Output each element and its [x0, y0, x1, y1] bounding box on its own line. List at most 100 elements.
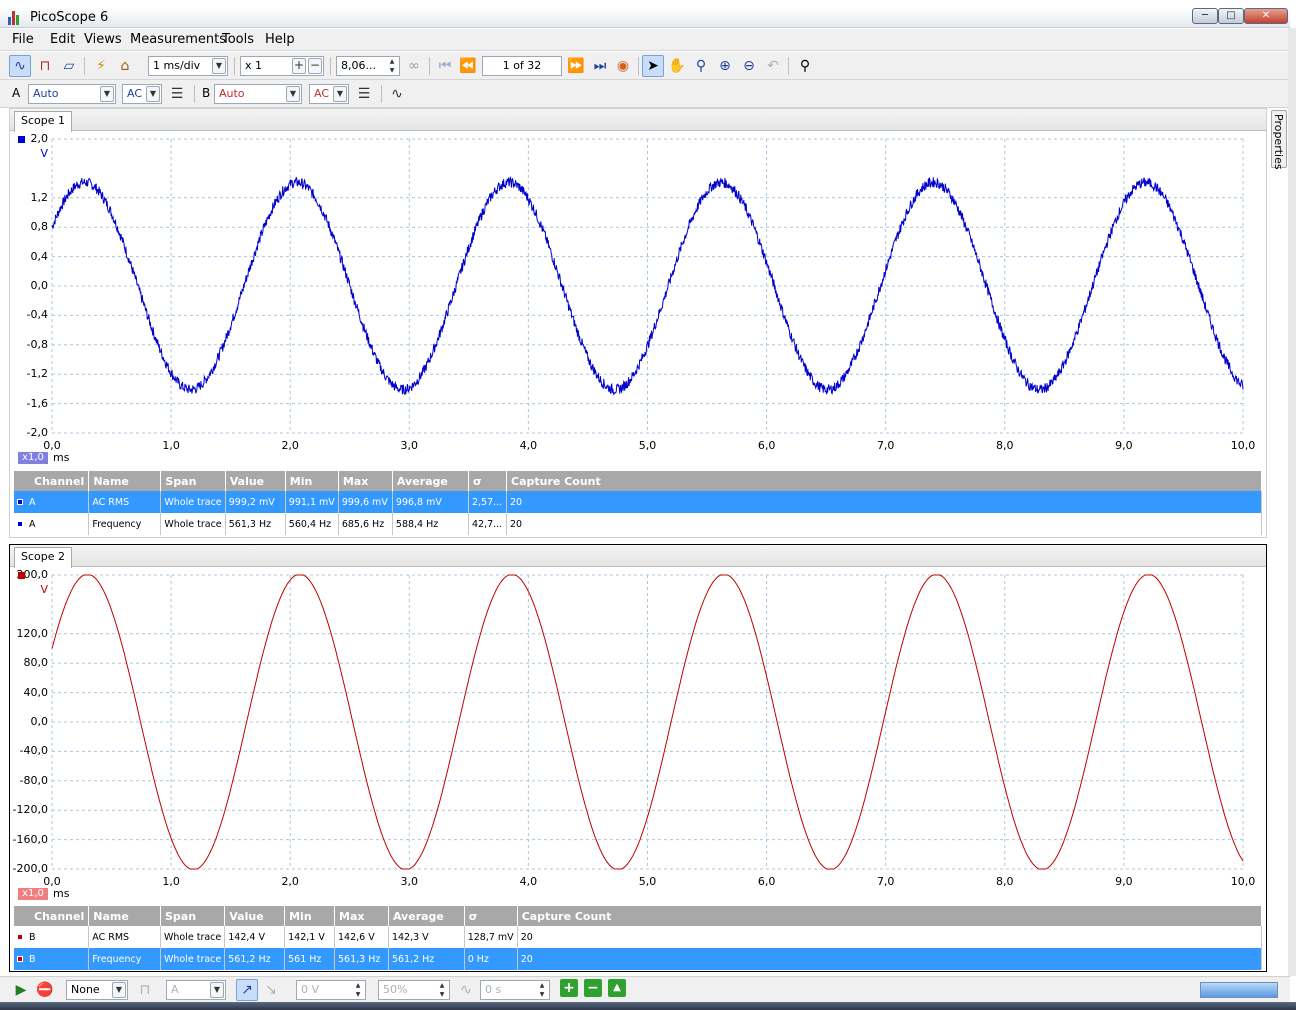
column-header[interactable]: Value	[225, 471, 286, 491]
menu-help[interactable]: Help	[265, 32, 295, 47]
toolbar-separator	[788, 57, 789, 75]
add-ruler-icon[interactable]: +	[560, 979, 578, 997]
timebase-value: 1 ms/div	[153, 59, 201, 72]
menu-views[interactable]: Views	[84, 32, 122, 47]
column-header[interactable]: σ	[464, 906, 518, 926]
column-header[interactable]: Value	[224, 906, 286, 926]
table-row[interactable]: B Frequency Whole trace 561,2 Hz 561 Hz 561,3…	[14, 948, 1263, 970]
column-header[interactable]: Name	[88, 471, 162, 491]
auto-setup-icon[interactable]: ⚡	[90, 55, 112, 77]
column-header[interactable]: Capture Count	[517, 906, 1263, 926]
y-tick-label: -0,8	[26, 337, 48, 351]
table-cell-container: Whole trace	[160, 513, 226, 535]
scope-2-plot[interactable]: 200,0 120,0 80,0 40,0 0,0 -40,0 -80,0 -120,0 -16…	[10, 567, 1266, 907]
stop-capture-icon[interactable]: ⛔	[34, 979, 56, 1001]
buffer-navigator[interactable]: 1 of 32	[482, 56, 562, 76]
column-header[interactable]: Capture Count	[506, 471, 1262, 491]
x-tick-label: 7,0	[876, 439, 895, 452]
samples-field[interactable]: 8,06... ▲ ▼	[336, 56, 400, 76]
x-unit-label: ms	[53, 451, 70, 464]
menu-measurements[interactable]: Measurements	[130, 32, 226, 47]
scope-mode-icon[interactable]: ∿	[9, 55, 31, 77]
previous-buffer-icon[interactable]: ⏪	[457, 55, 479, 77]
zoom-in-icon[interactable]: ⊕	[714, 55, 736, 77]
menu-tools[interactable]: Tools	[222, 32, 254, 47]
channel-b-coupling-value: AC	[314, 87, 330, 100]
last-buffer-icon[interactable]: ⏭	[589, 55, 611, 77]
column-header[interactable]: Min	[284, 906, 336, 926]
table-cell: Frequency	[92, 953, 142, 965]
zoom-minus-icon[interactable]: −	[308, 58, 322, 74]
tab-scope-2[interactable]: Scope 2	[14, 547, 73, 568]
x-tick-label: 3,0	[400, 439, 419, 452]
signal-generator-icon[interactable]: ∿	[386, 83, 408, 105]
next-buffer-icon[interactable]: ⏩	[565, 55, 587, 77]
column-header[interactable]: Max	[338, 471, 393, 491]
column-header[interactable]: Span	[160, 906, 226, 926]
zoom-out-icon[interactable]: ⊖	[738, 55, 760, 77]
app-icon	[8, 11, 20, 25]
maximize-button[interactable]: □	[1218, 8, 1244, 24]
table-cell: 20	[510, 496, 523, 508]
timebase-select[interactable]: 1 ms/div ▼	[148, 56, 228, 76]
column-header[interactable]: σ	[468, 471, 508, 491]
edit-measurement-icon[interactable]: ▲	[608, 979, 626, 997]
zoom-area-icon[interactable]: ⚲	[690, 55, 712, 77]
channel-b-range-select[interactable]: Auto ▼	[214, 84, 302, 104]
taskbar	[0, 1002, 1296, 1010]
column-header[interactable]: Average	[392, 471, 469, 491]
first-buffer-icon[interactable]: ⏮	[434, 55, 456, 77]
column-header[interactable]: Channel	[14, 906, 90, 926]
table-cell: A	[29, 496, 36, 508]
channel-a-options-icon[interactable]: ☰	[166, 83, 188, 105]
menu-edit[interactable]: Edit	[50, 32, 75, 47]
channel-b-options-icon[interactable]: ☰	[353, 83, 375, 105]
scope-1-plot[interactable]: 2,0 1,2 0,8 0,4 0,0 -0,4 -0,8 -1,2 -1,6 -2,0 V 0,0 1…	[10, 131, 1266, 471]
table-cell-container: B	[14, 948, 90, 970]
channel-a-range-select[interactable]: Auto ▼	[28, 84, 116, 104]
hand-tool-icon[interactable]: ✋	[666, 55, 688, 77]
buffer-overview-icon[interactable]: ◉	[612, 55, 634, 77]
zoom-plus-icon[interactable]: +	[292, 58, 306, 74]
channel-b-coupling-select[interactable]: AC ▼	[309, 84, 349, 104]
x-tick-label: 7,0	[876, 875, 895, 888]
spinner-icon[interactable]: ▲ ▼	[386, 57, 398, 75]
trigger-mode-select[interactable]: None ▼	[66, 980, 128, 1000]
table-row[interactable]: A AC RMS Whole trace 999,2 mV 991,1 mV 999,6 …	[14, 491, 1262, 513]
persistence-mode-icon[interactable]: ⊓	[34, 55, 56, 77]
start-capture-icon[interactable]: ▶	[10, 979, 32, 1001]
properties-side-tab[interactable]: Properties	[1271, 110, 1287, 170]
column-header[interactable]: Span	[160, 471, 226, 491]
x-zoom-badge: x1,0	[18, 888, 48, 900]
table-cell: Whole trace	[164, 953, 222, 965]
table-cell-container: 561,2 Hz	[388, 948, 465, 970]
table-row[interactable]: A Frequency Whole trace 561,3 Hz 560,4 Hz 685…	[14, 513, 1262, 535]
toolbar-separator	[429, 57, 430, 75]
default-setup-icon[interactable]: ⌂	[114, 55, 136, 77]
channel-b-label: B	[202, 86, 211, 100]
table-cell-container: Frequency	[88, 513, 162, 535]
rising-edge-icon[interactable]: ↗	[236, 979, 258, 1001]
channel-marker-icon[interactable]	[18, 572, 25, 579]
column-header[interactable]: Min	[285, 471, 339, 491]
spectrum-mode-icon[interactable]: ▱	[58, 55, 80, 77]
pointer-tool-icon[interactable]: ➤	[642, 55, 664, 77]
channel-color-icon	[17, 956, 23, 962]
column-header[interactable]: Channel	[14, 471, 90, 491]
window-scrollbar[interactable]	[1288, 28, 1296, 976]
undo-zoom-icon[interactable]: ↶	[762, 55, 784, 77]
table-row[interactable]: B AC RMS Whole trace 142,4 V 142,1 V 142,6 V 1…	[14, 926, 1263, 948]
zoom-field[interactable]: x 1 + −	[240, 56, 324, 76]
table-cell-container: 685,6 Hz	[338, 513, 393, 535]
column-header[interactable]: Name	[88, 906, 161, 926]
zoom-overview-icon[interactable]: ⚲	[794, 55, 816, 77]
column-header[interactable]: Max	[334, 906, 389, 926]
remove-ruler-icon[interactable]: −	[584, 979, 602, 997]
close-button[interactable]: ✕	[1244, 8, 1288, 24]
channel-a-coupling-select[interactable]: AC ▼	[122, 84, 162, 104]
menu-file[interactable]: File	[12, 32, 34, 47]
minimize-button[interactable]: ─	[1192, 8, 1218, 24]
column-header[interactable]: Average	[388, 906, 465, 926]
tab-scope-1[interactable]: Scope 1	[14, 111, 73, 132]
channel-marker-icon[interactable]	[18, 136, 25, 143]
